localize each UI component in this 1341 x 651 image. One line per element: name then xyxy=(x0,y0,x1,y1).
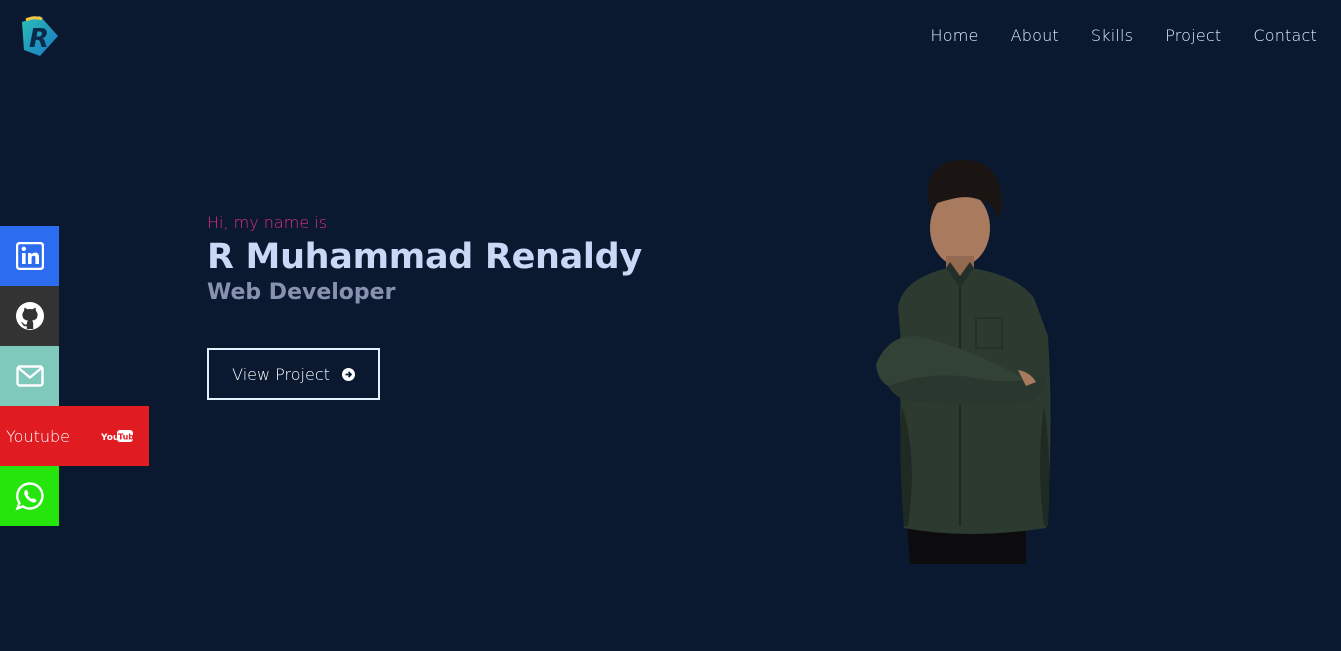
view-project-button[interactable]: View Project xyxy=(207,348,380,400)
github-icon xyxy=(15,302,44,330)
social-whatsapp-link[interactable] xyxy=(0,466,59,526)
logo-letter: R xyxy=(29,24,49,54)
nav-project[interactable]: Project xyxy=(1165,24,1221,47)
main-nav: Home About Skills Project Contact xyxy=(899,24,1317,47)
profile-photo xyxy=(876,159,1051,564)
view-project-label: View Project xyxy=(232,364,330,384)
svg-text:Tube: Tube xyxy=(118,433,133,442)
hero-greeting: Hi, my name is xyxy=(207,213,328,232)
social-linkedin-link[interactable] xyxy=(0,226,59,286)
svg-text:You: You xyxy=(101,433,119,443)
social-github-link[interactable] xyxy=(0,286,59,346)
nav-skills[interactable]: Skills xyxy=(1091,24,1133,47)
social-youtube-link[interactable]: Youtube You Tube xyxy=(0,406,149,466)
linkedin-icon xyxy=(15,242,44,270)
social-sidebar: Youtube You Tube xyxy=(0,226,149,526)
hero-role: Web Developer xyxy=(207,280,396,305)
nav-about[interactable]: About xyxy=(1011,24,1059,47)
hero-name: R Muhammad Renaldy xyxy=(207,237,642,277)
nav-home[interactable]: Home xyxy=(931,24,979,47)
logo[interactable]: R xyxy=(18,14,62,58)
page: R Home About Skills Project Contact Yout… xyxy=(0,0,1341,651)
nav-contact[interactable]: Contact xyxy=(1253,24,1317,47)
social-email-link[interactable] xyxy=(0,346,59,406)
mail-icon xyxy=(15,365,44,387)
arrow-circle-right-icon xyxy=(341,367,355,381)
youtube-icon: You Tube xyxy=(101,430,133,443)
whatsapp-icon xyxy=(15,482,44,511)
youtube-label: Youtube xyxy=(6,426,70,446)
hero-section: Hi, my name is R Muhammad Renaldy Web De… xyxy=(207,212,642,308)
